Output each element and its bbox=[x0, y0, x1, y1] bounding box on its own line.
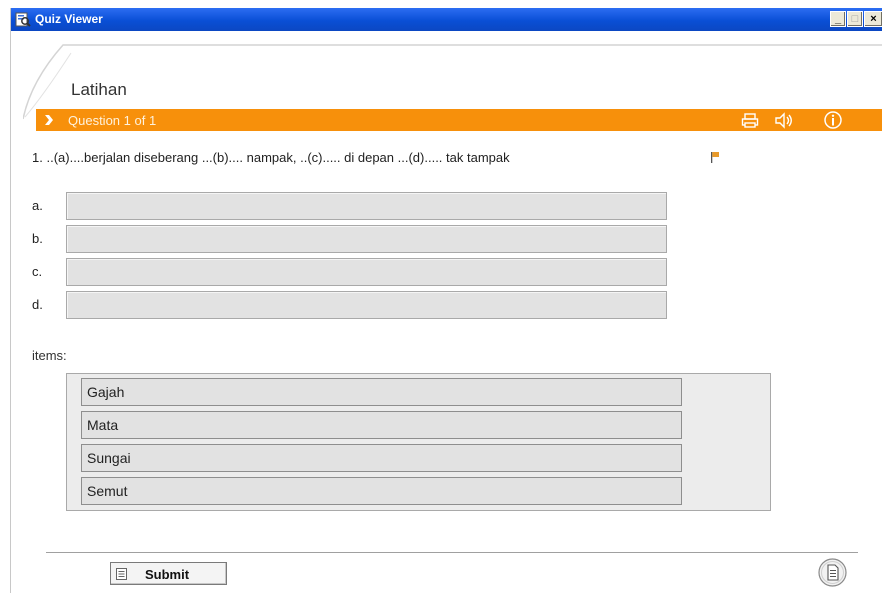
drag-item-semut[interactable]: Semut bbox=[81, 477, 682, 505]
items-label: items: bbox=[32, 348, 67, 363]
question-text: 1. ..(a)....berjalan diseberang ...(b)..… bbox=[32, 150, 510, 165]
items-panel: Gajah Mata Sungai Semut bbox=[66, 373, 771, 511]
drop-target-c[interactable] bbox=[66, 258, 667, 286]
drag-item-gajah[interactable]: Gajah bbox=[81, 378, 682, 406]
minimize-button[interactable]: _ bbox=[830, 11, 846, 27]
question-header-bar: Question 1 of 1 bbox=[36, 109, 882, 131]
quiz-viewer-icon bbox=[15, 12, 31, 27]
quiz-viewer-window: Quiz Viewer _ □ × Latihan Question 1 of … bbox=[10, 8, 882, 593]
section-title: Latihan bbox=[71, 80, 127, 99]
close-button[interactable]: × bbox=[864, 11, 882, 27]
drag-item-sungai[interactable]: Sungai bbox=[81, 444, 682, 472]
blank-label-a: a. bbox=[32, 198, 43, 213]
arrow-right-icon bbox=[45, 115, 53, 125]
flag-icon[interactable] bbox=[710, 151, 720, 163]
blank-label-c: c. bbox=[32, 264, 43, 279]
print-icon[interactable] bbox=[741, 112, 759, 129]
quiz-content: Latihan Question 1 of 1 1. ..(a)....berj… bbox=[11, 31, 882, 593]
drop-target-b[interactable] bbox=[66, 225, 667, 253]
list-icon bbox=[116, 568, 127, 580]
maximize-button[interactable]: □ bbox=[847, 11, 863, 27]
info-icon[interactable] bbox=[823, 110, 843, 130]
window-title: Quiz Viewer bbox=[35, 12, 103, 26]
submit-button[interactable]: Submit bbox=[110, 562, 227, 585]
blank-label-b: b. bbox=[32, 231, 43, 246]
drop-target-d[interactable] bbox=[66, 291, 667, 319]
blank-label-d: d. bbox=[32, 297, 43, 312]
submit-label: Submit bbox=[145, 567, 190, 582]
footer-divider bbox=[46, 552, 858, 553]
drag-item-mata[interactable]: Mata bbox=[81, 411, 682, 439]
title-bar[interactable]: Quiz Viewer _ □ × bbox=[11, 8, 882, 31]
notes-icon[interactable] bbox=[818, 558, 847, 587]
question-body: ..(a)....berjalan diseberang ...(b).... … bbox=[46, 150, 510, 165]
drop-target-a[interactable] bbox=[66, 192, 667, 220]
question-counter: Question 1 of 1 bbox=[68, 113, 157, 128]
question-number: 1. bbox=[32, 150, 43, 165]
speaker-icon[interactable] bbox=[774, 112, 794, 129]
